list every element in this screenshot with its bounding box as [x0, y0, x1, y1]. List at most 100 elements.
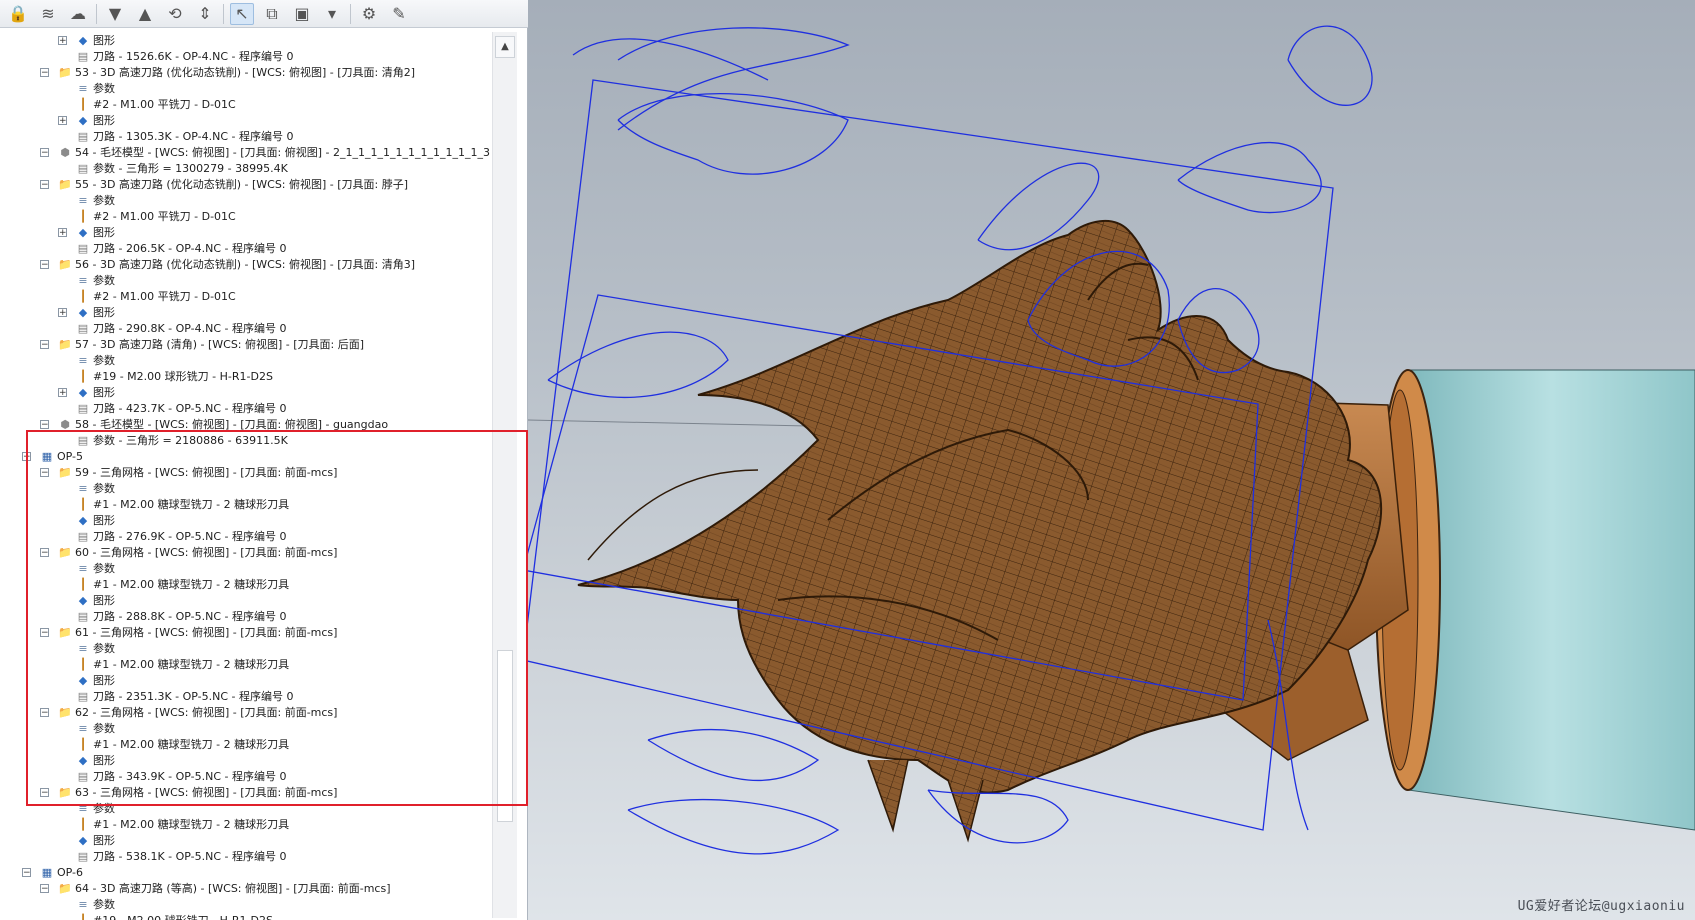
edit-tools-icon[interactable]: ✎ [387, 3, 411, 25]
collapse-icon[interactable]: − [40, 548, 49, 558]
collapse-icon[interactable]: − [40, 884, 49, 894]
collapse-icon[interactable]: − [22, 868, 31, 878]
tree-operation-row[interactable]: − 📁 63 - 三角网格 - [WCS: 俯视图] - [刀具面: 前面-mcs] [0, 785, 490, 801]
tree-item-row[interactable]: ▤ 刀路 - 1526.6K - OP-4.NC - 程序编号 0 [0, 49, 490, 65]
tree-item-row[interactable]: ┃ #2 - M1.00 平铣刀 - D-01C [0, 209, 490, 225]
tree-item-row[interactable]: ┃ #1 - M2.00 糖球型铣刀 - 2 糖球形刀具 [0, 817, 490, 833]
tree-item-row[interactable]: ┃#19 - M2.00 球形铣刀 - H-R1-D2S [0, 913, 490, 920]
lock-icon[interactable]: 🔒 [6, 3, 30, 25]
tree-item-row[interactable]: ≡ 参数 [0, 193, 490, 209]
tree-operation-row[interactable]: − 📁 57 - 3D 高速刀路 (清角) - [WCS: 俯视图] - [刀具面:… [0, 337, 490, 353]
tree-item-row[interactable]: ◆ 图形 [0, 833, 490, 849]
tree-item-row[interactable]: ◆ 图形 [0, 593, 490, 609]
tree-item-row[interactable]: + ◆ 图形 [0, 33, 490, 49]
collapse-icon[interactable]: − [22, 452, 31, 462]
tree-item-label: 53 - 3D 高速刀路 (优化动态铣削) - [WCS: 俯视图] - [刀具… [75, 66, 416, 79]
expand-icon[interactable]: + [58, 36, 67, 46]
collapse-icon[interactable]: − [40, 420, 49, 430]
loop-icon[interactable]: ⟲ [163, 3, 187, 25]
tree-item-row[interactable]: ≡ 参数 [0, 641, 490, 657]
copy-shape-icon[interactable]: ⧉ [260, 3, 284, 25]
scroll-thumb[interactable] [497, 650, 513, 822]
tree-operation-row[interactable]: − 📁 64 - 3D 高速刀路 (等高) - [WCS: 俯视图] - [刀具面:… [0, 881, 490, 897]
tree-item-row[interactable]: ≡ 参数 [0, 481, 490, 497]
tree-item-row[interactable]: ≡ 参数 [0, 561, 490, 577]
collapse-icon[interactable]: − [40, 148, 49, 158]
tree-operation-row[interactable]: − 📁 56 - 3D 高速刀路 (优化动态铣削) - [WCS: 俯视图] - [… [0, 257, 490, 273]
expand-collapse-icon[interactable]: ⇕ [193, 3, 217, 25]
tree-item-row[interactable]: ≡ 参数 [0, 273, 490, 289]
tree-item-row[interactable]: ▤ 刀路 - 538.1K - OP-5.NC - 程序编号 0 [0, 849, 490, 865]
tree-item-row[interactable]: ▤ 刀路 - 276.9K - OP-5.NC - 程序编号 0 [0, 529, 490, 545]
tree-item-row[interactable]: ≡ 参数 [0, 353, 490, 369]
tree-group-row[interactable]: − ▦ OP-5 [0, 449, 490, 465]
expand-icon[interactable]: + [58, 308, 67, 318]
tree-item-row[interactable]: ≡ 参数 [0, 801, 490, 817]
collapse-icon[interactable]: − [40, 708, 49, 718]
geometry-icon: ◆ [78, 306, 88, 319]
tree-item-row[interactable]: + ◆ 图形 [0, 385, 490, 401]
tree-item-row[interactable]: ◆ 图形 [0, 753, 490, 769]
collapse-icon[interactable]: − [40, 468, 49, 478]
expand-icon[interactable]: + [58, 116, 67, 126]
tree-operation-row[interactable]: − 📁 62 - 三角网格 - [WCS: 俯视图] - [刀具面: 前面-mcs] [0, 705, 490, 721]
tree-item-row[interactable]: ▤ 刀路 - 206.5K - OP-4.NC - 程序编号 0 [0, 241, 490, 257]
tree-item-row[interactable]: ≡ 参数 [0, 721, 490, 737]
tree-item-row[interactable]: ◆ 图形 [0, 513, 490, 529]
tree-item-row[interactable]: ▤ 刀路 - 2351.3K - OP-5.NC - 程序编号 0 [0, 689, 490, 705]
dropdown-icon[interactable]: ▾ [320, 3, 344, 25]
tree-operation-row[interactable]: − ⬢ 58 - 毛坯模型 - [WCS: 俯视图] - [刀具面: 俯视图] - … [0, 417, 490, 433]
tree-item-row[interactable]: ┃ #1 - M2.00 糖球型铣刀 - 2 糖球形刀具 [0, 737, 490, 753]
expand-icon[interactable]: + [58, 388, 67, 398]
tree-item-row[interactable]: ┃ #2 - M1.00 平铣刀 - D-01C [0, 97, 490, 113]
scroll-up-arrow-icon[interactable]: ▲ [495, 36, 515, 58]
tree-item-row[interactable]: ┃ #1 - M2.00 糖球型铣刀 - 2 糖球形刀具 [0, 497, 490, 513]
collapse-icon[interactable]: − [40, 180, 49, 190]
tree-operation-row[interactable]: − ⬢ 54 - 毛坯模型 - [WCS: 俯视图] - [刀具面: 俯视图] - … [0, 145, 490, 161]
tree-operation-row[interactable]: − 📁 60 - 三角网格 - [WCS: 俯视图] - [刀具面: 前面-mcs] [0, 545, 490, 561]
move-down-icon[interactable]: ▼ [103, 3, 127, 25]
tree-item-row[interactable]: + ◆ 图形 [0, 113, 490, 129]
tree-item-row[interactable]: ▤ 刀路 - 288.8K - OP-5.NC - 程序编号 0 [0, 609, 490, 625]
tree-item-label: 56 - 3D 高速刀路 (优化动态铣削) - [WCS: 俯视图] - [刀具… [75, 258, 416, 271]
user-settings-icon[interactable]: ⚙ [357, 3, 381, 25]
tree-item-row[interactable]: ┃ #1 - M2.00 糖球型铣刀 - 2 糖球形刀具 [0, 577, 490, 593]
tree-operation-row[interactable]: − 📁 61 - 三角网格 - [WCS: 俯视图] - [刀具面: 前面-mcs] [0, 625, 490, 641]
tool-icon: ┃ [79, 658, 87, 671]
collapse-icon[interactable]: − [40, 628, 49, 638]
tree-item-row[interactable]: ┃#19 - M2.00 球形铣刀 - H-R1-D2S [0, 369, 490, 385]
tree-group-row[interactable]: − ▦ OP-6 [0, 865, 490, 881]
tree-item-row[interactable]: ▤ 刀路 - 423.7K - OP-5.NC - 程序编号 0 [0, 401, 490, 417]
select-cursor-icon[interactable]: ↖ [230, 2, 254, 25]
ghost-icon[interactable]: ☁ [66, 3, 90, 25]
tree-operation-row[interactable]: − 📁 55 - 3D 高速刀路 (优化动态铣削) - [WCS: 俯视图] - [… [0, 177, 490, 193]
tree-item-row[interactable]: ▤ 参数 - 三角形 = 1300279 - 38995.4K [0, 161, 490, 177]
tree-operation-row[interactable]: − 📁 59 - 三角网格 - [WCS: 俯视图] - [刀具面: 前面-mcs] [0, 465, 490, 481]
collapse-icon[interactable]: − [40, 68, 49, 78]
tree-item-row[interactable]: + ◆ 图形 [0, 225, 490, 241]
folder-icon: 📁 [58, 706, 72, 719]
collapse-icon[interactable]: − [40, 260, 49, 270]
tree-operation-row[interactable]: − 📁 53 - 3D 高速刀路 (优化动态铣削) - [WCS: 俯视图] - [… [0, 65, 490, 81]
tree-item-row[interactable]: ▤ 刀路 - 343.9K - OP-5.NC - 程序编号 0 [0, 769, 490, 785]
3d-graphics-viewport[interactable]: UG爱好者论坛@ugxiaoniu [528, 0, 1695, 920]
tree-item-row[interactable]: ┃ #1 - M2.00 糖球型铣刀 - 2 糖球形刀具 [0, 657, 490, 673]
tree-scrollbar[interactable]: ▲ [492, 32, 517, 918]
toolpath-icon: ▤ [77, 690, 89, 703]
tree-item-label: 55 - 3D 高速刀路 (优化动态铣削) - [WCS: 俯视图] - [刀具… [75, 178, 409, 191]
collapse-icon[interactable]: − [40, 340, 49, 350]
move-up-icon[interactable]: ▲ [133, 3, 157, 25]
tree-item-label: 参数 [93, 274, 115, 287]
tree-item-row[interactable]: ▤ 刀路 - 1305.3K - OP-4.NC - 程序编号 0 [0, 129, 490, 145]
display-options-icon[interactable]: ▣ [290, 3, 314, 25]
wave-icon[interactable]: ≋ [36, 3, 60, 25]
tree-item-row[interactable]: ◆ 图形 [0, 673, 490, 689]
tree-item-row[interactable]: ≡ 参数 [0, 81, 490, 97]
tree-item-row[interactable]: + ◆ 图形 [0, 305, 490, 321]
tree-item-row[interactable]: ≡ 参数 [0, 897, 490, 913]
expand-icon[interactable]: + [58, 228, 67, 238]
collapse-icon[interactable]: − [40, 788, 49, 798]
tree-item-row[interactable]: ▤ 刀路 - 290.8K - OP-4.NC - 程序编号 0 [0, 321, 490, 337]
tree-item-row[interactable]: ┃ #2 - M1.00 平铣刀 - D-01C [0, 289, 490, 305]
tree-item-row[interactable]: ▤ 参数 - 三角形 = 2180886 - 63911.5K [0, 433, 490, 449]
